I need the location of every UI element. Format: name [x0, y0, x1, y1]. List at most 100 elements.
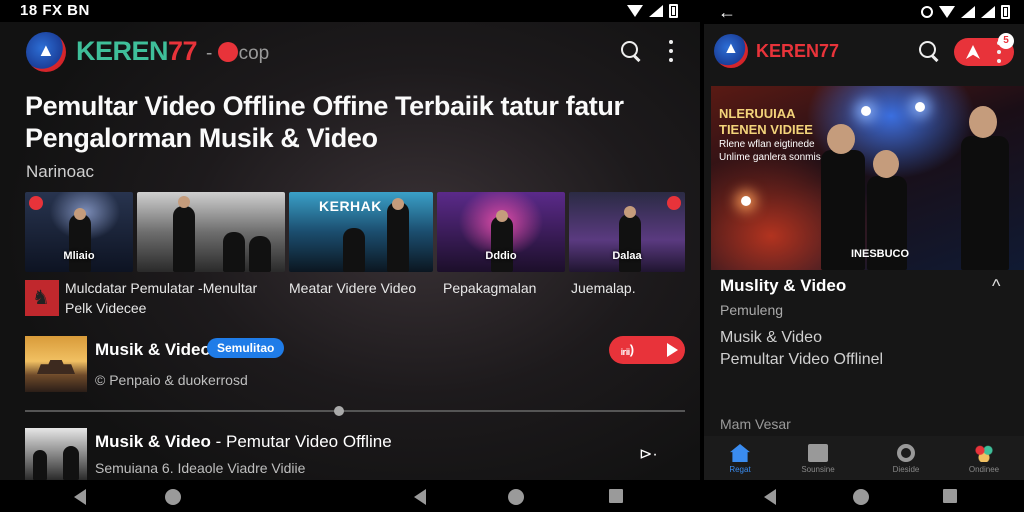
thumb-badge-icon	[29, 196, 43, 210]
notification-count: 5	[998, 33, 1014, 49]
left-screen: 18 FX BN KEREN77 - cop Pemultar Video Of…	[0, 0, 700, 480]
status-bar: ←	[704, 0, 1024, 24]
track-subtitle: © Penpaio & duokerrosd	[95, 372, 248, 388]
home-nav-icon[interactable]	[853, 489, 869, 505]
cast-icon[interactable]: ⊳·	[639, 444, 658, 464]
domain-badge-icon	[217, 42, 238, 62]
caption-text[interactable]: Meatar Videre Video	[289, 278, 416, 298]
video-thumbnail[interactable]: Dddio	[437, 192, 565, 272]
wifi-icon	[627, 5, 643, 17]
domain-suffix: cop	[238, 43, 270, 64]
track-artwork	[25, 336, 87, 392]
performer-figure	[961, 136, 1009, 270]
account-icon	[974, 444, 994, 462]
caption-text[interactable]: Mulcdatar Pemulatar -Menultar Pelk Videc…	[65, 278, 277, 318]
caption-text[interactable]: Juemalap.	[571, 278, 636, 298]
hero-title: NLERUUIAA TIENEN VIDIEE	[719, 106, 813, 137]
hero-caption: INESBUCO	[851, 248, 910, 260]
section-label: Narinoac	[26, 162, 95, 181]
list-item[interactable]: Pemultar Video Offlinel	[720, 351, 883, 369]
domain-dash: -	[206, 43, 213, 64]
home-nav-icon[interactable]	[165, 489, 181, 505]
home-nav-icon[interactable]	[508, 489, 524, 505]
thumb-badge-icon	[667, 196, 681, 210]
alarm-icon	[921, 6, 933, 18]
seek-knob[interactable]	[334, 406, 344, 416]
thumb-caption: Dddio	[485, 250, 517, 262]
search-button[interactable]	[620, 40, 642, 62]
status-badge[interactable]: Semulitao	[207, 338, 285, 358]
search-button[interactable]	[918, 40, 940, 62]
app-logo-icon[interactable]	[714, 34, 748, 68]
performer-figure	[33, 450, 47, 480]
disc-icon	[897, 444, 915, 462]
video-thumbnail[interactable]: Mliaio	[25, 192, 133, 272]
recents-nav-icon[interactable]	[943, 489, 957, 503]
hero-video-banner[interactable]: NLERUUIAA TIENEN VIDIEE Rlene wflan eigt…	[711, 86, 1024, 270]
library-icon	[808, 444, 828, 462]
stage-light	[741, 196, 751, 206]
channel-icon[interactable]	[25, 280, 59, 316]
performer-head	[392, 198, 404, 210]
video-thumbnail-strip: Mliaio KERHAK Dddio Dalaa	[25, 192, 685, 272]
video-thumbnail[interactable]	[137, 192, 285, 272]
home-icon	[730, 444, 750, 462]
app-brand[interactable]: KEREN77	[756, 41, 839, 62]
battery-icon	[669, 4, 678, 18]
list-item[interactable]: Musik & Video	[720, 329, 822, 347]
video-thumbnail[interactable]: Dalaa	[569, 192, 685, 272]
back-arrow-icon[interactable]: ←	[718, 2, 736, 23]
performer-figure	[491, 216, 513, 272]
performer-head	[827, 124, 855, 154]
play-button[interactable]: ᵢᵣᵢᵢ)	[609, 336, 685, 364]
caption-text[interactable]: Pepakagmalan	[443, 278, 536, 298]
stage-light	[915, 102, 925, 112]
signal-icon	[649, 5, 663, 17]
status-time: 18 FX BN	[20, 2, 90, 19]
system-navigation-bar	[0, 480, 1024, 512]
collapse-chevron-icon[interactable]: ^	[992, 276, 1000, 297]
search-icon	[620, 40, 642, 62]
nav-label: Sounsine	[801, 465, 835, 474]
performer-figure	[249, 236, 271, 272]
track-title: Musik & Video - Pemutar Video Offline	[95, 432, 392, 452]
nav-item-account[interactable]: Ondinee	[964, 444, 1004, 474]
wifi-icon	[939, 6, 955, 18]
brand-part2: 77	[168, 36, 198, 66]
seek-bar[interactable]	[25, 406, 685, 416]
video-thumbnail[interactable]: KERHAK	[289, 192, 433, 272]
more-vert-icon	[668, 40, 674, 62]
performer-head	[969, 106, 997, 138]
list-item[interactable]: Musik & Video - Pemutar Video Offline Se…	[25, 428, 685, 480]
hero-lines: Rlene wflan eigtinede Unlime ganlera son…	[719, 139, 821, 163]
brand-part1: KEREN	[76, 36, 169, 66]
performer-figure	[173, 206, 195, 272]
track-title: Musik & Video	[95, 340, 211, 359]
more-options-button[interactable]	[668, 40, 674, 62]
nav-label: Ondinee	[968, 465, 1000, 474]
nav-item-discover[interactable]: Dieside	[886, 444, 926, 474]
nav-item-library[interactable]: Sounsine	[798, 444, 838, 474]
app-brand[interactable]: KEREN77	[76, 36, 198, 67]
page-title: Pemultar Video Offline Offine Terbaiik t…	[25, 91, 624, 153]
track-title-bold: Musik & Video	[95, 432, 211, 451]
section-heading: Muslity & Video	[720, 276, 847, 295]
back-nav-icon[interactable]	[414, 489, 426, 505]
back-nav-icon[interactable]	[74, 489, 86, 505]
back-nav-icon[interactable]	[764, 489, 776, 505]
nav-item-home[interactable]: Regat	[720, 444, 760, 474]
performer-figure	[387, 202, 409, 272]
app-logo-icon[interactable]	[26, 32, 66, 72]
bottom-navigation: Regat Sounsine Dieside Ondinee	[704, 436, 1024, 480]
performer-head	[74, 208, 86, 220]
stage-light	[861, 106, 871, 116]
list-item[interactable]: Musik & Video Semulitao © Penpaio & duok…	[25, 334, 685, 394]
performer-head	[496, 210, 508, 222]
performer-figure	[343, 228, 365, 272]
battery-icon	[1001, 5, 1010, 19]
recents-nav-icon[interactable]	[609, 489, 623, 503]
performer-head	[873, 150, 899, 178]
list-item[interactable]: Mam Vesar	[720, 416, 791, 432]
performer-figure	[63, 446, 79, 480]
status-icons	[627, 4, 678, 18]
